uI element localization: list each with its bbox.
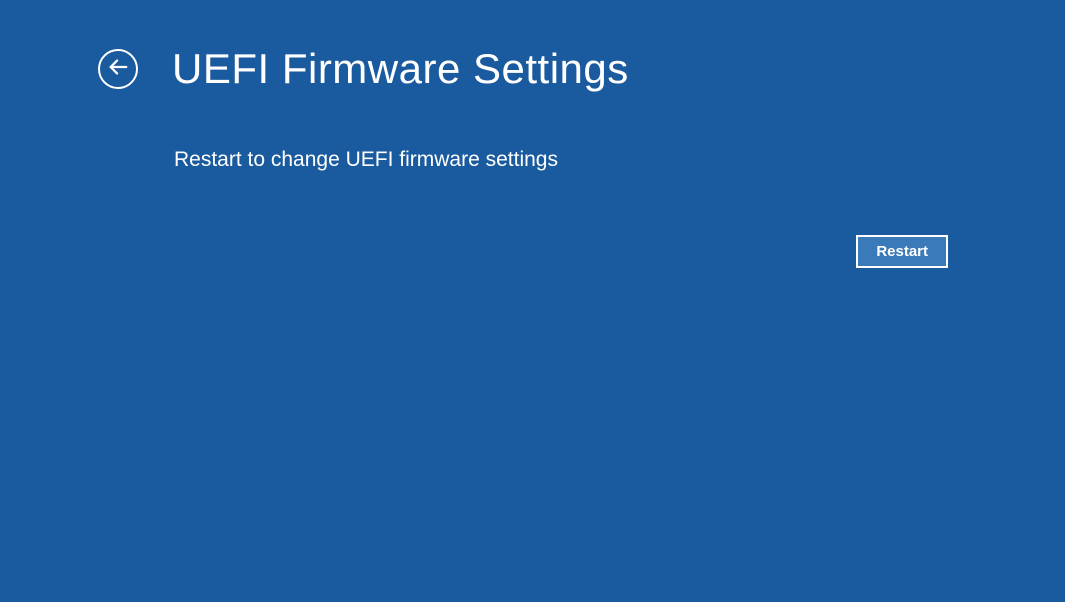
back-arrow-icon xyxy=(107,56,129,83)
back-button[interactable] xyxy=(98,49,138,89)
description-text: Restart to change UEFI firmware settings xyxy=(0,90,1065,172)
restart-button[interactable]: Restart xyxy=(856,235,948,268)
action-button-row: Restart xyxy=(856,235,948,268)
page-header: UEFI Firmware Settings xyxy=(0,0,1065,90)
page-title: UEFI Firmware Settings xyxy=(172,48,629,90)
